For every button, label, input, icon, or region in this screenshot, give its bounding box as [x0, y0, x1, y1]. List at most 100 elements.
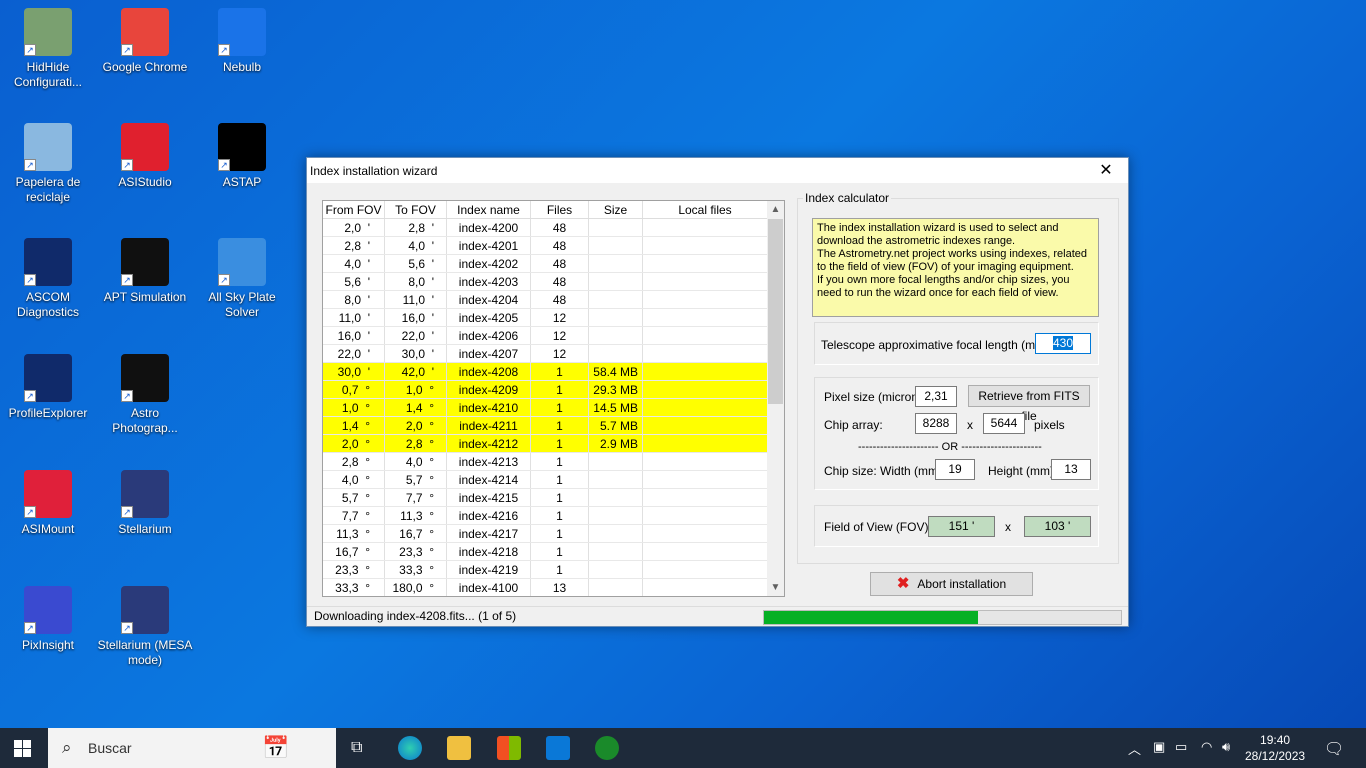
table-row[interactable]: 11,3 ° 16,7 ° index-4217 1	[323, 525, 784, 543]
table-cell: 1,4 °	[323, 417, 385, 434]
table-cell: 7,7 °	[385, 489, 447, 506]
table-row[interactable]: 7,7 ° 11,3 ° index-4216 1	[323, 507, 784, 525]
table-cell: 22,0 '	[385, 327, 447, 344]
chevron-up-icon[interactable]: ︿	[1128, 739, 1141, 758]
table-cell	[589, 309, 643, 326]
table-row[interactable]: 16,0 ' 22,0 ' index-4206 12	[323, 327, 784, 345]
table-cell: 4,0 '	[385, 237, 447, 254]
table-row[interactable]: 2,0 ° 2,8 ° index-4212 1 2.9 MB	[323, 435, 784, 453]
column-header[interactable]: From FOV	[323, 201, 385, 218]
table-cell: 5,7 °	[385, 471, 447, 488]
mail-icon[interactable]	[546, 736, 570, 760]
table-row[interactable]: 4,0 ° 5,7 ° index-4214 1	[323, 471, 784, 489]
desktop-icon[interactable]: ↗ Stellarium	[97, 470, 193, 537]
desktop-icon-label: All Sky Plate Solver	[208, 290, 276, 319]
table-row[interactable]: 30,0 ' 42,0 ' index-4208 1 58.4 MB	[323, 363, 784, 381]
table-row[interactable]: 1,4 ° 2,0 ° index-4211 1 5.7 MB	[323, 417, 784, 435]
desktop-icon[interactable]: ↗ ProfileExplorer	[0, 354, 96, 421]
task-view-icon[interactable]: ⧉	[351, 739, 362, 757]
desktop-icon-label: PixInsight	[21, 638, 75, 652]
desktop-icon[interactable]: ↗ All Sky Plate Solver	[194, 238, 290, 320]
desktop-icon[interactable]: ↗ Nebulb	[194, 8, 290, 75]
table-row[interactable]: 33,3 ° 180,0 ° index-4100 13	[323, 579, 784, 596]
notifications-icon[interactable]: 🗨︎	[1324, 739, 1344, 759]
scroll-thumb[interactable]	[768, 219, 783, 404]
table-row[interactable]: 11,0 ' 16,0 ' index-4205 12	[323, 309, 784, 327]
window-title: Index installation wizard	[310, 163, 438, 178]
table-cell: 58.4 MB	[589, 363, 643, 380]
table-row[interactable]: 2,8 ' 4,0 ' index-4201 48	[323, 237, 784, 255]
desktop-icon[interactable]: ↗ Astro Photograp...	[97, 354, 193, 436]
scrollbar[interactable]: ▲ ▼	[767, 201, 784, 596]
table-cell: 1	[531, 489, 589, 506]
table-row[interactable]: 5,6 ' 8,0 ' index-4203 48	[323, 273, 784, 291]
column-header[interactable]: Local files	[643, 201, 768, 218]
desktop-icon[interactable]: ↗ ASTAP	[194, 123, 290, 190]
desktop-icon[interactable]: ↗ ASCOM Diagnostics	[0, 238, 96, 320]
meet-now-icon[interactable]: ▣	[1153, 739, 1165, 755]
retrieve-fits-button[interactable]: Retrieve from FITS file	[968, 385, 1090, 423]
chip-height-px-input[interactable]: 5644	[983, 413, 1025, 434]
table-cell: 11,3 °	[385, 507, 447, 524]
fov-label: Field of View (FOV)	[824, 520, 929, 534]
table-cell: 1	[531, 453, 589, 470]
index-calculator-group: Index calculator The index installation …	[797, 191, 1119, 564]
edge-icon[interactable]	[398, 736, 422, 760]
table-row[interactable]: 0,7 ° 1,0 ° index-4209 1 29.3 MB	[323, 381, 784, 399]
table-cell	[643, 237, 768, 254]
chip-height-mm-input[interactable]: 13	[1051, 459, 1091, 480]
file-explorer-icon[interactable]	[447, 736, 471, 760]
desktop-icon[interactable]: ↗ Stellarium (MESA mode)	[97, 586, 193, 668]
desktop-icon[interactable]: ↗ APT Simulation	[97, 238, 193, 305]
app-icon[interactable]	[595, 736, 619, 760]
table-row[interactable]: 5,7 ° 7,7 ° index-4215 1	[323, 489, 784, 507]
group-legend: Index calculator	[803, 191, 892, 205]
column-header[interactable]: To FOV	[385, 201, 447, 218]
search-box[interactable]: ⌕ Buscar 📅	[48, 728, 336, 768]
table-cell: 12	[531, 309, 589, 326]
wifi-icon[interactable]: ◠	[1201, 739, 1212, 755]
windows-start-icon[interactable]	[14, 740, 32, 757]
pixel-size-input[interactable]: 2,31	[915, 386, 957, 407]
desktop-icon[interactable]: ↗ Google Chrome	[97, 8, 193, 75]
scroll-up-icon[interactable]: ▲	[767, 201, 784, 218]
table-cell	[589, 453, 643, 470]
volume-icon[interactable]: 🔊︎	[1222, 739, 1230, 755]
close-button[interactable]: ✕	[1084, 158, 1128, 183]
column-header[interactable]: Index name	[447, 201, 531, 218]
desktop-icon-label: Astro Photograp...	[112, 406, 178, 435]
desktop-icon[interactable]: ↗ ASIMount	[0, 470, 96, 537]
focal-length-input[interactable]: 430	[1035, 333, 1091, 354]
shortcut-arrow-icon: ↗	[24, 274, 36, 286]
desktop-icon[interactable]: ↗ ASIStudio	[97, 123, 193, 190]
table-cell: 16,0 '	[385, 309, 447, 326]
table-row[interactable]: 1,0 ° 1,4 ° index-4210 1 14.5 MB	[323, 399, 784, 417]
column-header[interactable]: Size	[589, 201, 643, 218]
desktop-icon[interactable]: ↗ HidHide Configurati...	[0, 8, 96, 90]
microsoft-store-icon[interactable]	[497, 736, 521, 760]
abort-installation-button[interactable]: ✖ Abort installation	[870, 572, 1033, 596]
desktop-icon[interactable]: ↗ Papelera de reciclaje	[0, 123, 96, 205]
table-row[interactable]: 22,0 ' 30,0 ' index-4207 12	[323, 345, 784, 363]
clock[interactable]: 19:40 28/12/2023	[1245, 732, 1305, 764]
table-row[interactable]: 8,0 ' 11,0 ' index-4204 48	[323, 291, 784, 309]
table-row[interactable]: 2,8 ° 4,0 ° index-4213 1	[323, 453, 784, 471]
app-icon: ↗	[121, 470, 169, 518]
chip-width-mm-input[interactable]: 19	[935, 459, 975, 480]
desktop-icon-label: ProfileExplorer	[8, 406, 88, 420]
table-cell: index-4206	[447, 327, 531, 344]
table-cell: index-4207	[447, 345, 531, 362]
table-row[interactable]: 16,7 ° 23,3 ° index-4218 1	[323, 543, 784, 561]
table-cell: 0,7 °	[323, 381, 385, 398]
table-cell	[589, 507, 643, 524]
pixel-size-label: Pixel size (micron)	[824, 390, 923, 404]
chip-width-px-input[interactable]: 8288	[915, 413, 957, 434]
column-header[interactable]: Files	[531, 201, 589, 218]
table-row[interactable]: 2,0 ' 2,8 ' index-4200 48	[323, 219, 784, 237]
scroll-down-icon[interactable]: ▼	[767, 579, 784, 596]
table-row[interactable]: 23,3 ° 33,3 ° index-4219 1	[323, 561, 784, 579]
desktop-icon[interactable]: ↗ PixInsight	[0, 586, 96, 653]
battery-icon[interactable]: ▭	[1175, 739, 1187, 755]
table-cell	[643, 561, 768, 578]
table-row[interactable]: 4,0 ' 5,6 ' index-4202 48	[323, 255, 784, 273]
